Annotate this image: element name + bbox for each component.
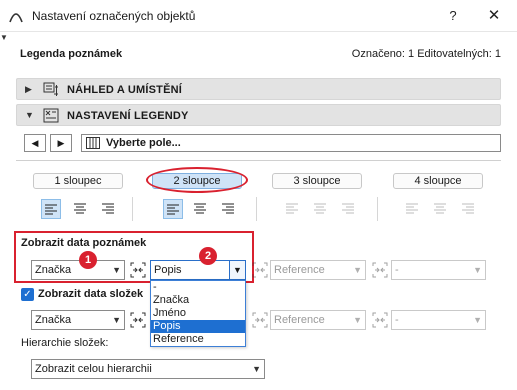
chevron-down-icon: ▼ bbox=[473, 265, 482, 275]
align-left-button-disabled bbox=[402, 199, 422, 219]
app-logo-icon bbox=[9, 13, 23, 23]
dropdown-value: Zobrazit celou hierarchii bbox=[35, 363, 152, 375]
help-button[interactable]: ? bbox=[438, 4, 468, 28]
section-legend-settings[interactable]: ▼ NASTAVENÍ LEGENDY bbox=[16, 104, 501, 126]
align-left-icon bbox=[286, 203, 298, 214]
window-title: Nastavení označených objektů bbox=[32, 9, 196, 23]
chevron-down-icon: ▼ bbox=[112, 265, 121, 275]
note-field-3-dropdown: Reference ▼ bbox=[270, 260, 366, 280]
align-left-icon bbox=[167, 204, 179, 215]
badge-2: 2 bbox=[199, 247, 217, 265]
align-center-button[interactable] bbox=[70, 199, 90, 219]
chevron-down-icon: ▼ bbox=[473, 315, 482, 325]
dropdown-value: Značka bbox=[35, 264, 72, 276]
note-field-4-dropdown: - ▼ bbox=[391, 260, 486, 280]
list-item-jmeno[interactable]: Jméno bbox=[151, 307, 245, 320]
align-center-icon bbox=[74, 203, 86, 214]
dropdown-value: Reference bbox=[274, 314, 325, 326]
align-right-icon bbox=[102, 203, 114, 214]
align-right-button-disabled bbox=[458, 199, 478, 219]
columns-icon bbox=[86, 137, 100, 149]
legend-settings-icon bbox=[43, 108, 59, 123]
tab-3-columns[interactable]: 3 sloupce bbox=[272, 173, 362, 189]
align-center-button[interactable] bbox=[190, 199, 210, 219]
separator-toggle-icon[interactable] bbox=[129, 261, 147, 279]
dropdown-value: Popis bbox=[154, 264, 182, 276]
separator-toggle-icon bbox=[252, 312, 268, 328]
highlight-ellipse bbox=[146, 167, 248, 193]
hierarchy-label: Hierarchie složek: bbox=[21, 337, 109, 349]
align-right-button-disabled bbox=[338, 199, 358, 219]
separator bbox=[256, 197, 257, 221]
dropdown-list-popup: - Značka Jméno Popis Reference bbox=[150, 280, 246, 347]
dropdown-value: - bbox=[395, 314, 399, 326]
dropdown-value: Značka bbox=[35, 314, 72, 326]
show-element-data-label: Zobrazit data složek bbox=[38, 288, 144, 300]
field-selector-label: Vyberte pole... bbox=[106, 137, 181, 149]
chevron-down-icon: ▼ bbox=[353, 315, 362, 325]
dropdown-value: - bbox=[395, 264, 399, 276]
align-center-button-disabled bbox=[430, 199, 450, 219]
separator-toggle-icon bbox=[252, 262, 268, 278]
note-field-2-dropdown[interactable]: Popis ▼ bbox=[150, 260, 246, 280]
list-item-popis[interactable]: Popis bbox=[151, 320, 245, 333]
list-item-znacka[interactable]: Značka bbox=[151, 294, 245, 307]
next-field-button[interactable]: ▶ bbox=[50, 134, 72, 152]
note-data-title: Zobrazit data poznámek bbox=[21, 237, 147, 249]
element-field-1-dropdown[interactable]: Značka ▼ bbox=[31, 310, 125, 330]
list-item-reference[interactable]: Reference bbox=[151, 333, 245, 346]
close-button[interactable]: ✕ bbox=[479, 4, 509, 28]
align-right-icon bbox=[462, 203, 474, 214]
section-label: NASTAVENÍ LEGENDY bbox=[67, 110, 189, 122]
preview-placement-icon bbox=[43, 82, 58, 96]
align-left-button-disabled bbox=[282, 199, 302, 219]
divider bbox=[16, 160, 501, 161]
separator bbox=[132, 197, 133, 221]
chevron-down-icon[interactable]: ▼ bbox=[229, 261, 245, 279]
align-center-icon bbox=[434, 203, 446, 214]
separator-toggle-icon bbox=[372, 312, 388, 328]
badge-1: 1 bbox=[79, 251, 97, 269]
align-center-icon bbox=[314, 203, 326, 214]
show-element-data-checkbox[interactable]: ✓ bbox=[21, 288, 34, 301]
align-right-button[interactable] bbox=[218, 199, 238, 219]
align-right-button[interactable] bbox=[98, 199, 118, 219]
collapse-triangle-icon: ▼ bbox=[25, 110, 34, 120]
separator-toggle-icon bbox=[372, 262, 388, 278]
separator-toggle-icon[interactable] bbox=[129, 311, 147, 329]
note-field-1-dropdown[interactable]: Značka ▼ bbox=[31, 260, 125, 280]
dropdown-value: Reference bbox=[274, 264, 325, 276]
tab-1-column[interactable]: 1 sloupec bbox=[33, 173, 123, 189]
tab-4-columns[interactable]: 4 sloupce bbox=[393, 173, 483, 189]
prev-field-button[interactable]: ◀ bbox=[24, 134, 46, 152]
align-right-icon bbox=[342, 203, 354, 214]
field-selector[interactable]: Vyberte pole... bbox=[81, 134, 501, 152]
element-field-3-dropdown: Reference ▼ bbox=[270, 310, 366, 330]
chevron-down-icon: ▼ bbox=[112, 315, 121, 325]
collapse-marker-icon: ▼ bbox=[0, 33, 8, 42]
chevron-down-icon: ▼ bbox=[252, 364, 261, 374]
align-right-icon bbox=[222, 203, 234, 214]
list-item-none[interactable]: - bbox=[151, 281, 245, 294]
element-field-4-dropdown: - ▼ bbox=[391, 310, 486, 330]
align-left-icon bbox=[45, 204, 57, 215]
expand-triangle-icon: ▶ bbox=[25, 84, 32, 94]
align-left-button[interactable] bbox=[163, 199, 183, 219]
selection-status: Označeno: 1 Editovatelných: 1 bbox=[351, 48, 501, 60]
align-center-icon bbox=[194, 203, 206, 214]
section-preview-placement[interactable]: ▶ NÁHLED A UMÍSTĚNÍ bbox=[16, 78, 501, 100]
panel-title: Legenda poznámek bbox=[20, 48, 123, 60]
align-center-button-disabled bbox=[310, 199, 330, 219]
hierarchy-dropdown[interactable]: Zobrazit celou hierarchii ▼ bbox=[31, 359, 265, 379]
section-label: NÁHLED A UMÍSTĚNÍ bbox=[67, 84, 183, 96]
chevron-down-icon: ▼ bbox=[353, 265, 362, 275]
align-left-icon bbox=[406, 203, 418, 214]
align-left-button[interactable] bbox=[41, 199, 61, 219]
separator bbox=[377, 197, 378, 221]
